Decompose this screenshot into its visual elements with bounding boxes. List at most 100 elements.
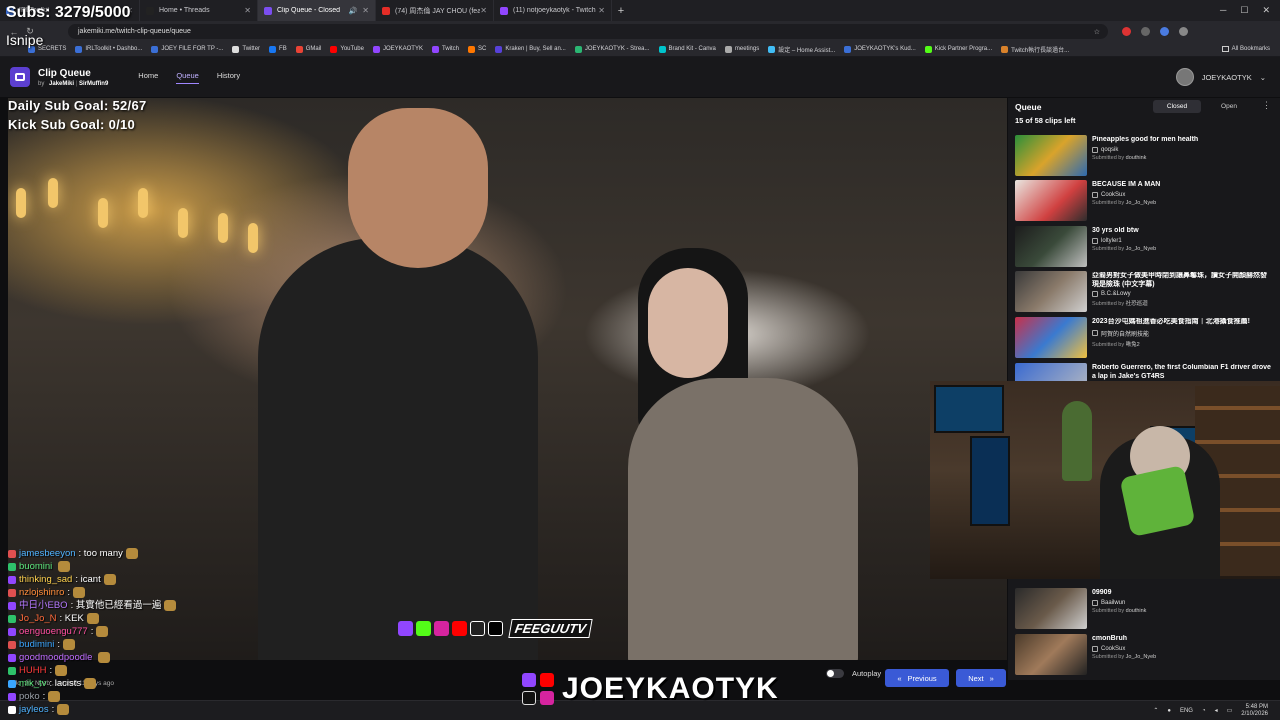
emote-icon bbox=[164, 600, 177, 611]
bookmark-favicon-icon bbox=[1001, 45, 1009, 53]
next-button[interactable]: Next » bbox=[956, 669, 1006, 687]
chat-username: nzlojshinro bbox=[19, 587, 65, 598]
toggle-switch[interactable] bbox=[826, 669, 844, 678]
bookmark-item[interactable]: JOEYKAOTYK bbox=[372, 45, 423, 54]
bookmark-label: Twitch bbox=[441, 46, 459, 52]
star-icon[interactable]: ☆ bbox=[1094, 28, 1100, 36]
app-header: Clip Queue by JakeMiki | SirMuffin9 Home… bbox=[0, 57, 1280, 97]
clip-thumbnail[interactable] bbox=[1015, 226, 1087, 267]
mic-icon[interactable]: ● bbox=[1167, 708, 1171, 714]
volume-icon[interactable]: ◂ bbox=[1215, 707, 1218, 714]
clip-info: 30 yrs old btw loltyler1 Submitted by Jo_J… bbox=[1092, 226, 1272, 268]
bookmark-item[interactable]: SC bbox=[468, 45, 486, 54]
new-tab-button[interactable]: + bbox=[612, 5, 630, 17]
close-tab-icon[interactable]: ✕ bbox=[598, 6, 605, 15]
queue-clip-item[interactable]: 2023台沙屯媽祖進香必吃美食指南｜北港攝食推薦! 阿賀的自然刷技能 Submitt… bbox=[1015, 317, 1277, 359]
browser-tab[interactable]: Home • Threads ✕ bbox=[140, 0, 258, 21]
speaker-icon[interactable]: 🔊 bbox=[349, 7, 358, 15]
bookmark-item[interactable]: Twitter bbox=[232, 45, 260, 54]
bookmark-item[interactable]: IRLToolkit • Dashbo... bbox=[75, 45, 142, 54]
chat-text: : too many bbox=[78, 548, 123, 559]
bookmark-item[interactable]: JOEY FILE FOR TP -... bbox=[151, 45, 223, 54]
clock[interactable]: 5:48 PM 2/10/2026 bbox=[1241, 704, 1268, 718]
clip-thumbnail[interactable] bbox=[1015, 634, 1087, 675]
brand-social-icons bbox=[522, 673, 554, 705]
close-icon[interactable]: ✕ bbox=[1262, 5, 1270, 16]
bookmark-favicon-icon bbox=[431, 45, 439, 53]
minimize-icon[interactable]: ─ bbox=[1220, 5, 1226, 16]
bookmark-item[interactable]: JOEYKAOTYK - Strea... bbox=[574, 45, 650, 54]
author-link[interactable]: JakeMiki bbox=[49, 81, 74, 87]
more-options-icon[interactable]: ⋮ bbox=[1262, 100, 1271, 111]
window-controls: ─ ☐ ✕ bbox=[1220, 5, 1280, 16]
bookmark-item[interactable]: GMail bbox=[295, 45, 321, 54]
bookmark-label: FB bbox=[279, 46, 287, 52]
chat-badge-icon bbox=[8, 627, 16, 636]
tiktok-icon bbox=[470, 621, 485, 636]
bookmark-item[interactable]: Twitch bbox=[431, 45, 459, 54]
previous-button[interactable]: « Previous bbox=[885, 669, 949, 687]
queue-clip-item[interactable]: 09909 Baailwun Submitted by douthink bbox=[1015, 588, 1277, 630]
instagram-icon bbox=[540, 691, 554, 705]
emote-icon bbox=[48, 691, 61, 702]
close-tab-icon[interactable]: ✕ bbox=[244, 6, 251, 15]
chat-username: Jo_Jo_N bbox=[19, 613, 57, 624]
twitch-icon bbox=[398, 621, 413, 636]
nav-home[interactable]: Home bbox=[138, 71, 158, 84]
clip-thumbnail[interactable] bbox=[1015, 180, 1087, 221]
clip-title: 2023台沙屯媽祖進香必吃美食指南｜北港攝食推薦! bbox=[1092, 318, 1250, 325]
close-tab-icon[interactable]: ✕ bbox=[480, 6, 487, 15]
bookmark-item[interactable]: JOEYKAOTYK's Kud... bbox=[844, 45, 916, 54]
app-logo-icon bbox=[10, 67, 30, 87]
close-tab-icon[interactable]: ✕ bbox=[362, 6, 369, 15]
clip-thumbnail[interactable] bbox=[1015, 317, 1087, 358]
queue-tab-closed[interactable]: Closed bbox=[1153, 100, 1201, 113]
queue-clip-item[interactable]: 亞裔男對女子做美甲時閉到讓鼻鬈珠，讀女子開顏赫然發現是險珠 (中文字幕) B.C.… bbox=[1015, 271, 1277, 313]
clip-thumbnail[interactable] bbox=[1015, 271, 1087, 312]
chat-text: : 其實他已經看過一遍 bbox=[70, 600, 162, 611]
maximize-icon[interactable]: ☐ bbox=[1240, 5, 1248, 16]
network-icon[interactable]: ◔ bbox=[1202, 708, 1206, 714]
battery-icon[interactable]: ▭ bbox=[1227, 707, 1233, 714]
browser-tab[interactable]: (74) 周杰倫 JAY CHOU (feat. 蔡✕ bbox=[376, 0, 494, 21]
chevron-up-icon[interactable]: ⌃ bbox=[1153, 707, 1158, 714]
browser-tab[interactable]: Clip Queue - Closed 🔊 ✕ bbox=[258, 0, 376, 21]
all-bookmarks[interactable]: All Bookmarks bbox=[1221, 46, 1270, 52]
kick-icon bbox=[416, 621, 431, 636]
queue-clip-item[interactable]: BECAUSE IM A MAN CookSux Submitted by Jo_J… bbox=[1015, 180, 1277, 222]
double-chevron-left-icon: « bbox=[897, 673, 902, 683]
queue-tab-open[interactable]: Open bbox=[1205, 100, 1253, 113]
author-link[interactable]: SirMuffin9 bbox=[79, 81, 108, 87]
queue-clip-item[interactable]: 30 yrs old btw loltyler1 Submitted by Jo_J… bbox=[1015, 226, 1277, 268]
bookmark-item[interactable]: meetings bbox=[724, 45, 759, 54]
bookmark-item[interactable]: Kraken | Buy, Sell an... bbox=[495, 45, 566, 54]
extension-icon[interactable] bbox=[1141, 27, 1150, 36]
address-input[interactable]: jakemiki.me/twitch-clip-queue/queue ☆ bbox=[68, 24, 1108, 39]
queue-clip-item[interactable]: Pineapples good for men health qoqsik Subm… bbox=[1015, 135, 1277, 177]
extension-icon[interactable] bbox=[1160, 27, 1169, 36]
bookmark-item[interactable]: FB bbox=[269, 45, 287, 54]
clip-thumbnail[interactable] bbox=[1015, 135, 1087, 176]
clip-info: cmonBruh CookSux Submitted by Jo_Jo_Nyeb bbox=[1092, 634, 1272, 676]
browser-tab[interactable]: (11) notjoeykaotyk - Twitch ✕ bbox=[494, 0, 612, 21]
clip-thumbnail[interactable] bbox=[1015, 588, 1087, 629]
bookmark-item[interactable]: YouTube bbox=[330, 45, 364, 54]
bookmark-item[interactable]: Brand Kit - Canva bbox=[658, 45, 716, 54]
channel-name: B.C.&Lowy bbox=[1101, 291, 1131, 297]
bookmark-item[interactable]: 設定 – Home Assist... bbox=[768, 45, 835, 54]
queue-clip-item[interactable]: cmonBruh CookSux Submitted by Jo_Jo_Nyeb bbox=[1015, 634, 1277, 676]
autoplay-toggle[interactable]: Autoplay bbox=[826, 669, 881, 678]
chat-overlay: jamesbeeyon: too many buomini thinking_sad… bbox=[8, 547, 238, 716]
bookmark-label: 設定 – Home Assist... bbox=[778, 47, 836, 54]
profile-icon[interactable] bbox=[1179, 27, 1188, 36]
nav-history[interactable]: History bbox=[217, 71, 240, 84]
emote-icon bbox=[84, 678, 97, 689]
user-menu[interactable]: JOEYKAOTYK ⌄ bbox=[1175, 68, 1266, 86]
bookmark-item[interactable]: Twitch執行長談過台... bbox=[1001, 45, 1069, 54]
chat-message: oenguoengu777: bbox=[8, 625, 238, 638]
language-indicator[interactable]: ENG bbox=[1180, 708, 1193, 714]
nav-queue[interactable]: Queue bbox=[176, 71, 199, 84]
extension-icon[interactable] bbox=[1122, 27, 1131, 36]
chat-badge-icon bbox=[8, 653, 16, 662]
bookmark-item[interactable]: Kick Partner Progra... bbox=[924, 45, 992, 54]
